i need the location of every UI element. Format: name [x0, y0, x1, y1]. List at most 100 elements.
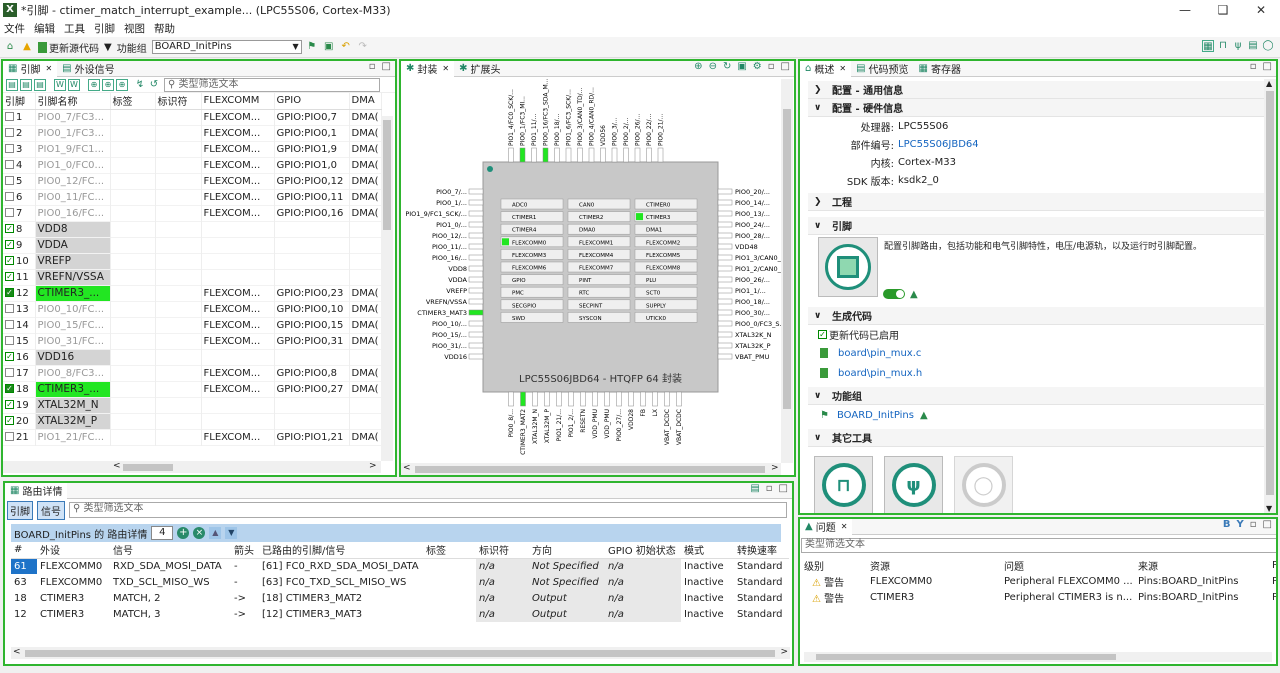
- package-pin-left[interactable]: [468, 188, 484, 195]
- dma-cell[interactable]: DMA(: [349, 157, 382, 173]
- pin-number-cell[interactable]: 1: [3, 109, 36, 125]
- package-pin-left[interactable]: [468, 265, 484, 272]
- label-cell[interactable]: [110, 173, 156, 189]
- pin-checkbox[interactable]: [5, 336, 14, 345]
- flexcomm-cell[interactable]: FLEXCOM...: [201, 125, 275, 141]
- package-pin-left[interactable]: [468, 331, 484, 338]
- pin-checkbox[interactable]: [5, 432, 14, 441]
- security-tool-button[interactable]: ◯: [954, 456, 1013, 513]
- maximize-button[interactable]: ❑: [1204, 0, 1242, 20]
- peripheral-block[interactable]: RTC: [567, 286, 631, 298]
- pin-number-cell[interactable]: ✓ 16: [3, 349, 36, 365]
- level-cell[interactable]: ⚠ 警告: [800, 589, 866, 605]
- peripheral-block[interactable]: PMC: [500, 286, 564, 298]
- col-label[interactable]: 标签: [423, 542, 476, 559]
- routing-filter-input[interactable]: ⚲ 类型筛选文本: [69, 502, 787, 518]
- gpio-cell[interactable]: GPIO:PIO0,10: [274, 301, 350, 317]
- pin-checkbox[interactable]: ✓: [5, 288, 14, 297]
- label-cell[interactable]: [423, 590, 476, 606]
- col-gpio-init[interactable]: GPIO 初始状态: [605, 542, 681, 559]
- package-pin-right[interactable]: [717, 199, 733, 206]
- minimize-view-icon[interactable]: ▫: [369, 61, 376, 72]
- arrow-cell[interactable]: ->: [231, 590, 259, 606]
- table-row[interactable]: ✓ 9 VDDA: [3, 237, 382, 253]
- peripheral-block[interactable]: CTIMER0: [634, 198, 698, 210]
- identifier-cell[interactable]: [155, 333, 202, 349]
- identifier-cell[interactable]: [155, 221, 202, 237]
- dma-cell[interactable]: [349, 349, 382, 365]
- pin-number-cell[interactable]: 14: [3, 317, 36, 333]
- label-cell[interactable]: [423, 606, 476, 622]
- table-row[interactable]: ⚠ 警告 FLEXCOMM0 Peripheral FLEXCOMM0 ... Pin…: [800, 573, 1276, 589]
- route-icon-2[interactable]: ⊕: [102, 78, 114, 91]
- dma-cell[interactable]: [349, 237, 382, 253]
- minimize-view-icon[interactable]: ▫: [1250, 519, 1257, 530]
- peripheral-block[interactable]: FLEXCOMM3: [500, 249, 564, 260]
- label-cell[interactable]: [110, 333, 156, 349]
- tab-problems[interactable]: ▲ 问题 ✕: [800, 519, 853, 535]
- package-pin-top[interactable]: [531, 147, 537, 163]
- view-icon-1[interactable]: ▤: [6, 78, 18, 91]
- table-row[interactable]: ⚠ 警告 CTIMER3 Peripheral CTIMER3 is n... Pin…: [800, 589, 1276, 605]
- pin-checkbox[interactable]: [5, 304, 14, 313]
- package-pin-right[interactable]: [717, 331, 733, 338]
- pin-number-cell[interactable]: ✓ 20: [3, 413, 36, 429]
- label-cell[interactable]: [110, 397, 156, 413]
- pins-vscroll[interactable]: [381, 116, 393, 461]
- gpio-cell[interactable]: GPIO:PIO1,0: [274, 157, 350, 173]
- peripheral-block[interactable]: UTICK0: [634, 312, 698, 323]
- close-button[interactable]: ✕: [1242, 0, 1280, 20]
- pin-number-cell[interactable]: ✓ 12: [3, 285, 36, 301]
- pin-checkbox[interactable]: [5, 208, 14, 217]
- signal-cell[interactable]: TXD_SCL_MISO_WS: [110, 574, 231, 590]
- reset-icon[interactable]: ↺: [148, 79, 160, 91]
- label-cell[interactable]: [110, 381, 156, 397]
- pin-number-cell[interactable]: 6: [3, 189, 36, 205]
- gpio-cell[interactable]: GPIO:PIO0,23: [274, 285, 350, 301]
- arrow-cell[interactable]: -: [231, 558, 259, 574]
- gpio-cell[interactable]: GPIO:PIO0,7: [274, 109, 350, 125]
- package-pin-left[interactable]: [468, 254, 484, 261]
- table-row[interactable]: 21 PIO1_21/FC... FLEXCOM... GPIO:PIO1,21 DMA…: [3, 429, 382, 445]
- pin-checkbox[interactable]: [5, 192, 14, 201]
- dma-cell[interactable]: DMA(: [349, 173, 382, 189]
- function-group-select[interactable]: BOARD_InitPins ▼: [151, 40, 302, 54]
- pin-number-cell[interactable]: 2: [3, 125, 36, 141]
- routed-pin-cell[interactable]: [18] CTIMER3_MAT2: [259, 590, 423, 606]
- peripheral-block[interactable]: ADC0: [500, 198, 564, 210]
- table-row[interactable]: ✓ 19 XTAL32M_N: [3, 397, 382, 413]
- peripheral-block[interactable]: FLEXCOMM7: [567, 261, 631, 273]
- table-row[interactable]: 2 PIO0_1/FC3... FLEXCOM... GPIO:PIO0,1 DMA(: [3, 125, 382, 141]
- col-identifier[interactable]: 标识符: [155, 93, 202, 110]
- package-pin-top[interactable]: [623, 147, 629, 163]
- peripheral-block[interactable]: CTIMER1: [500, 211, 564, 222]
- direction-cell[interactable]: Not Specified: [529, 558, 605, 574]
- table-row[interactable]: ✓ 11 VREFN/VSSA: [3, 269, 382, 285]
- package-pin-top[interactable]: [657, 147, 664, 163]
- col-pin-name[interactable]: 引脚名称: [35, 93, 111, 110]
- direction-cell[interactable]: Output: [529, 606, 605, 622]
- index-cell[interactable]: 61: [11, 558, 37, 574]
- problems-hscroll[interactable]: [804, 652, 1272, 662]
- col-p[interactable]: P: [1268, 557, 1276, 573]
- pin-checkbox[interactable]: [5, 320, 14, 329]
- package-pin-top[interactable]: [588, 147, 595, 163]
- section-function-group[interactable]: ∨ 功能组: [808, 387, 1268, 405]
- flag-icon[interactable]: ⚑: [306, 41, 318, 53]
- section-hardware-info[interactable]: ∨ 配置 - 硬件信息: [808, 99, 1268, 117]
- pin-name-cell[interactable]: CTIMER3_...: [35, 381, 111, 397]
- identifier-cell[interactable]: n/a: [476, 558, 529, 574]
- dma-cell[interactable]: DMA(: [349, 365, 382, 381]
- label-cell[interactable]: [110, 205, 156, 221]
- col-level[interactable]: 级别: [800, 557, 866, 573]
- peripheral-block[interactable]: DMA1: [634, 223, 698, 235]
- package-pin-bottom[interactable]: [604, 391, 610, 407]
- tab-headers[interactable]: ✱ 扩展头: [454, 61, 505, 77]
- dma-cell[interactable]: DMA(: [349, 205, 382, 221]
- gpio-cell[interactable]: [274, 221, 350, 237]
- zoom-in-icon[interactable]: ⊕: [694, 61, 702, 72]
- identifier-cell[interactable]: [155, 173, 202, 189]
- gpio-cell[interactable]: GPIO:PIO0,15: [274, 317, 350, 333]
- pin-name-cell[interactable]: PIO0_11/FC...: [35, 189, 111, 205]
- pin-checkbox[interactable]: [5, 176, 14, 185]
